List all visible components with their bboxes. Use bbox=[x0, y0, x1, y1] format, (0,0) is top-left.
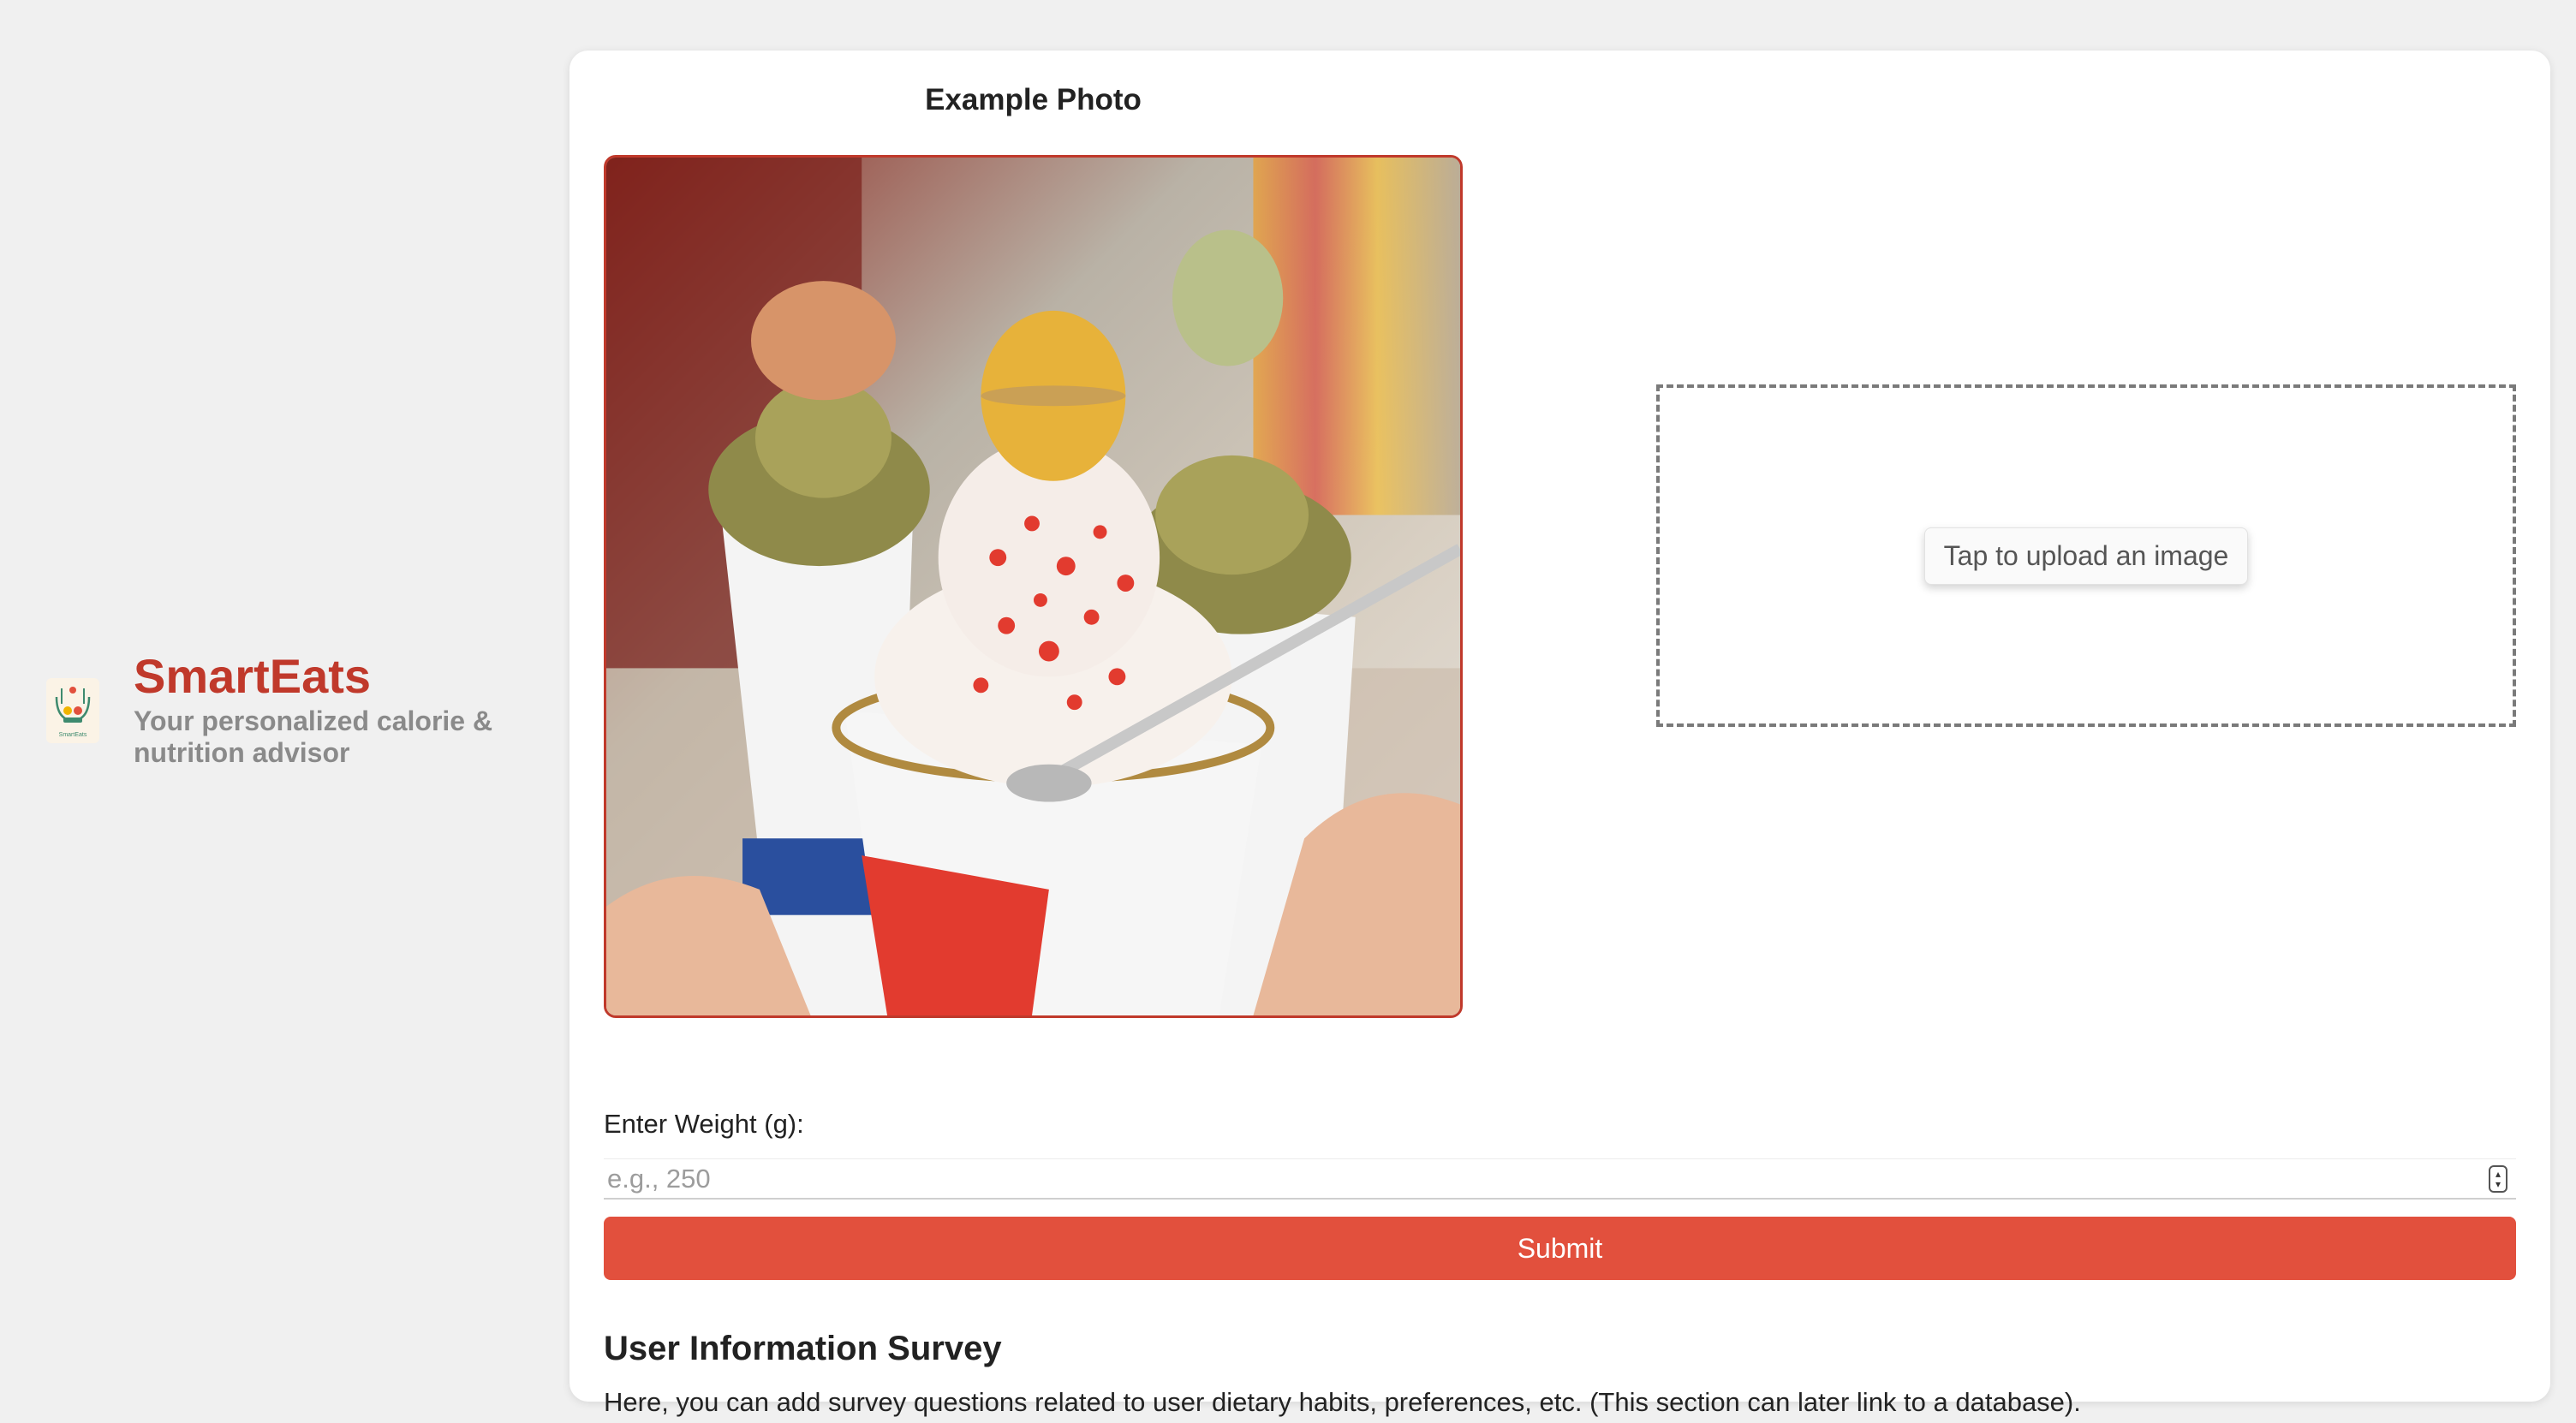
brand-name: SmartEats bbox=[134, 649, 372, 703]
logo-text: SmartEats bbox=[59, 732, 87, 738]
stepper-up-icon[interactable]: ▴ bbox=[2496, 1169, 2501, 1179]
smarteats-logo-icon: SmartEats bbox=[46, 678, 99, 743]
example-photo-title: Example Photo bbox=[925, 83, 1142, 116]
sidebar: SmartEats SmartEats Your personalized ca… bbox=[46, 651, 545, 769]
brand-block: SmartEats Your personalized calorie & nu… bbox=[134, 651, 545, 769]
survey-title: User Information Survey bbox=[604, 1330, 1002, 1367]
submit-button[interactable]: Submit bbox=[604, 1217, 2516, 1280]
number-stepper[interactable]: ▴ ▾ bbox=[2489, 1164, 2507, 1193]
survey-description: Here, you can add survey questions relat… bbox=[604, 1387, 2081, 1417]
example-photo bbox=[604, 155, 1463, 1018]
stepper-down-icon[interactable]: ▾ bbox=[2496, 1179, 2501, 1189]
main-card: Example Photo Tap to upload an image Ent… bbox=[569, 51, 2550, 1417]
weight-label: Enter Weight (g): bbox=[604, 1109, 804, 1139]
weight-input-wrap: ▴ ▾ bbox=[604, 1158, 2516, 1200]
weight-input[interactable] bbox=[604, 1163, 2489, 1194]
ice-cream-macaron-photo-icon bbox=[606, 158, 1460, 1015]
upload-dropzone[interactable]: Tap to upload an image bbox=[1656, 384, 2516, 727]
upload-image-button[interactable]: Tap to upload an image bbox=[1923, 527, 2249, 585]
brand-tagline: Your personalized calorie & nutrition ad… bbox=[134, 706, 493, 768]
